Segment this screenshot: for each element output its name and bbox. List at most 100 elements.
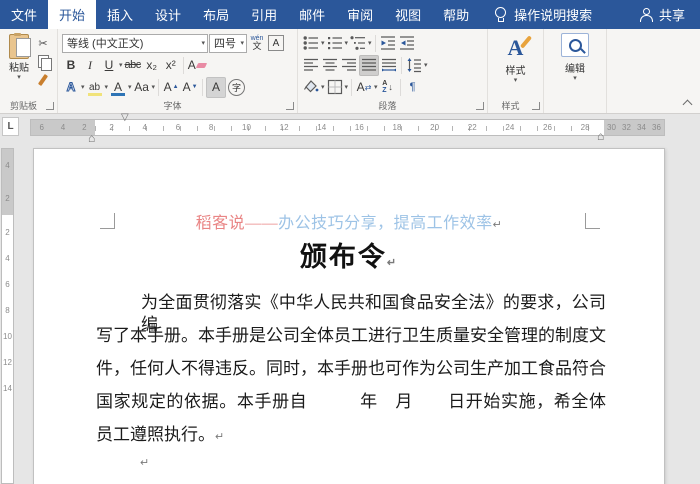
editing-menu-button[interactable]: 编辑 ▾ [561,29,589,82]
borders-button[interactable] [326,78,344,97]
chevron-down-icon[interactable]: ▾ [321,84,325,91]
tab-review[interactable]: 审阅 [336,0,384,29]
ruler-right-margin: 30 32 34 36 [604,120,664,135]
vertical-ruler[interactable]: 42 2 4 6 8 10 12 14 [1,148,14,484]
sort-button[interactable]: A Z ↓ [379,78,397,97]
collapse-ribbon-button[interactable] [682,99,693,110]
body-line[interactable]: 写了本手册。本手册是公司全体员工进行卫生质量安全管理的制度文 [96,325,606,347]
show-marks-button[interactable]: ¶ [404,78,422,97]
change-case-button[interactable]: Aa [133,78,151,97]
text-effects-button[interactable]: A [62,78,80,97]
character-scaling-button[interactable]: A ⇄ [355,78,373,97]
align-right-button[interactable] [340,56,358,75]
tab-stop-selector[interactable]: L [2,117,19,136]
font-size-select[interactable]: 四号 ▾ [209,33,247,53]
shrink-font-icon: A [182,80,191,94]
bold-button[interactable]: B [62,56,80,75]
borders-icon [327,79,342,95]
ribbon-tab-bar: 文件 开始 插入 设计 布局 引用 邮件 审阅 视图 帮助 操作说明搜索 共享 [0,0,700,29]
paragraph-dialog-launcher[interactable] [476,102,484,110]
share-button[interactable]: 共享 [639,0,700,29]
tab-mailings[interactable]: 邮件 [288,0,336,29]
left-indent-marker[interactable]: ⌂ [88,132,95,144]
chevron-down-icon: ▾ [573,75,577,82]
chevron-down-icon[interactable]: ▾ [345,84,349,91]
font-group-label: 字体 [163,101,182,111]
chevron-down-icon[interactable]: ▾ [424,62,428,69]
tell-me-label: 操作说明搜索 [514,8,593,23]
person-icon [639,8,653,22]
chevron-down-icon[interactable]: ▾ [321,40,325,47]
shading-button[interactable] [302,78,320,97]
underline-button[interactable]: U [100,56,118,75]
increase-indent-button[interactable] [398,34,416,53]
character-shading-button[interactable]: A [206,76,227,98]
line-spacing-button[interactable] [405,56,423,75]
tab-references[interactable]: 引用 [240,0,288,29]
distributed-button[interactable] [380,56,398,75]
tell-me-search[interactable]: 操作说明搜索 [494,0,592,29]
document-page[interactable]: 稻客说——办公技巧分享，提高工作效率↵ 颁布令↵ 为全面贯彻落实《中华人民共和国… [33,148,665,484]
first-line-indent-marker[interactable]: ▽ [121,113,129,123]
shrink-font-button[interactable]: A ▼ [181,78,199,97]
tab-layout[interactable]: 布局 [192,0,240,29]
chevron-down-icon[interactable]: ▾ [119,62,123,69]
clipboard-dialog-launcher[interactable] [46,102,54,110]
enclose-characters-button[interactable]: 字 [227,78,246,97]
tab-view[interactable]: 视图 [384,0,432,29]
font-dialog-launcher[interactable] [286,102,294,110]
header-blue-text: 办公技巧分享，提高工作效率 [278,215,493,232]
chevron-down-icon[interactable]: ▾ [368,40,372,47]
align-center-button[interactable] [321,56,339,75]
decrease-indent-button[interactable] [379,34,397,53]
body-line[interactable]: 员工遵照执行。↵ [96,424,606,448]
strikethrough-button[interactable]: abc [124,56,142,75]
character-border-icon: A [268,35,284,51]
clipboard-group-label: 剪贴板 [9,101,37,111]
tab-help[interactable]: 帮助 [432,0,480,29]
chevron-down-icon[interactable]: ▾ [374,84,378,91]
cut-button[interactable]: ✂ [34,35,52,52]
tab-design[interactable]: 设计 [144,0,192,29]
justify-button[interactable] [359,54,379,76]
tab-home[interactable]: 开始 [48,0,97,29]
chevron-down-icon[interactable]: ▾ [105,84,109,91]
character-border-button[interactable]: A [267,34,285,53]
multilevel-list-button[interactable] [349,34,367,53]
clear-formatting-button[interactable]: A [187,56,207,75]
italic-button[interactable]: I [81,56,99,75]
paste-button[interactable]: 粘贴 ▾ [4,32,34,100]
font-name-select[interactable]: 等线 (中文正文) ▾ [62,33,208,53]
chevron-down-icon[interactable]: ▾ [152,84,156,91]
pinyin-guide-button[interactable]: wén 文 [248,34,266,53]
chevron-down-icon: ▾ [240,39,244,47]
right-indent-marker[interactable]: ⌂ [597,130,604,142]
bullets-button[interactable] [302,34,320,53]
highlight-color-button[interactable]: ab [86,78,104,97]
ruler-label: 6 [39,123,44,132]
styles-gallery-button[interactable]: A 样式 ▾ [506,32,526,85]
numbering-button[interactable] [326,34,344,53]
superscript-button[interactable]: x² [162,56,180,75]
ruler-label: 26 [543,123,552,132]
distributed-icon [382,58,396,72]
chevron-down-icon: ▾ [513,77,518,84]
font-color-button[interactable]: A [109,78,127,97]
doc-title[interactable]: 颁布令↵ [34,235,664,274]
grow-font-button[interactable]: A ▲ [162,78,180,97]
down-arrow-icon: ↓ [388,82,393,92]
styles-dialog-launcher[interactable] [532,102,540,110]
header-line[interactable]: 稻客说——办公技巧分享，提高工作效率↵ [34,209,664,233]
chevron-down-icon[interactable]: ▾ [345,40,349,47]
tab-insert[interactable]: 插入 [96,0,144,29]
body-line[interactable]: 国家规定的依据。本手册自 年 月 日开始实施，希全体 [96,391,606,413]
chevron-down-icon[interactable]: ▾ [81,84,85,91]
lightbulb-icon [494,6,507,23]
chevron-down-icon[interactable]: ▾ [128,84,132,91]
copy-button[interactable] [34,53,52,71]
tab-file[interactable]: 文件 [0,0,48,29]
body-line[interactable]: 件，任何人不得违反。同时，本手册也可作为公司生产加工食品符合 [96,358,606,380]
format-painter-button[interactable] [34,71,52,88]
subscript-button[interactable]: x₂ [143,56,161,75]
align-left-button[interactable] [302,56,320,75]
